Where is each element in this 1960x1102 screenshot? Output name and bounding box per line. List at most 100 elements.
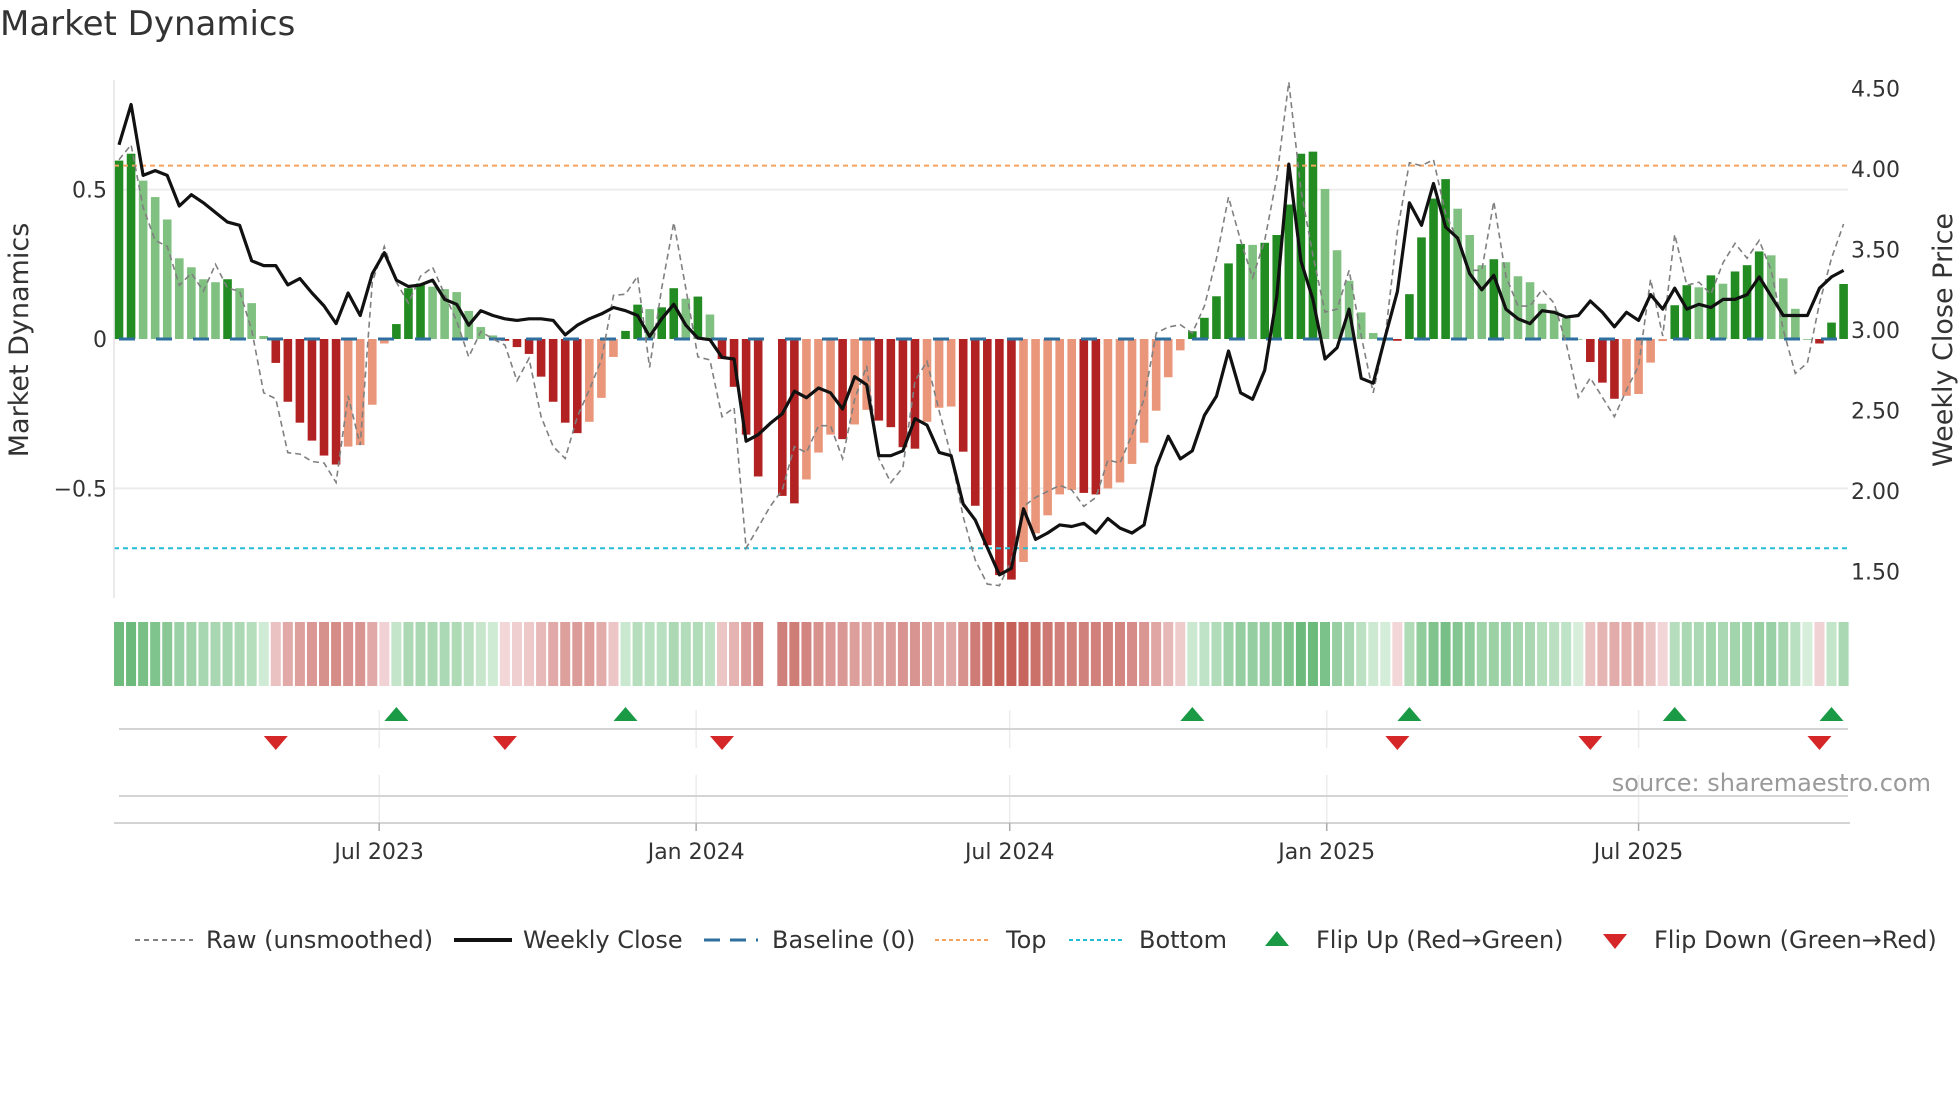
strip-cell [1464, 622, 1475, 686]
momentum-bar [524, 339, 534, 354]
flip-down-marker [492, 736, 517, 750]
strip-cell [849, 622, 860, 686]
strip-cell [1730, 622, 1741, 686]
strip-cell [692, 622, 703, 686]
momentum-bar [1417, 237, 1426, 340]
strip-cell [1271, 622, 1282, 686]
x-tick-label: Jul 2025 [1592, 840, 1684, 865]
x-tick-label: Jan 2025 [1276, 840, 1375, 865]
strip-cell [1151, 622, 1162, 686]
strip-cell [729, 622, 740, 686]
strip-cell [922, 622, 933, 686]
strip-cell [1585, 622, 1596, 686]
momentum-bar [1429, 198, 1438, 340]
flip-up-marker [384, 707, 409, 721]
momentum-bar [1067, 339, 1077, 490]
momentum-bar [1127, 339, 1137, 464]
momentum-bar [1368, 333, 1378, 340]
raw-dashed-line-icon [135, 939, 193, 941]
momentum-bar [874, 339, 884, 421]
strip-cell [1742, 622, 1753, 686]
x-tick-label: Jul 2024 [963, 840, 1055, 865]
y-tick-label-right: 4.00 [1851, 158, 1900, 183]
strip-cell [801, 622, 812, 686]
legend-flip-up-label: Flip Up (Red→Green) [1316, 926, 1564, 954]
strip-cell [982, 622, 993, 686]
y-tick-label-right: 1.50 [1851, 561, 1900, 586]
strip-cell [415, 622, 426, 686]
momentum-bar [1791, 308, 1800, 340]
strip-cell [1609, 622, 1620, 686]
strip-cell [1006, 622, 1017, 686]
strip-cell [837, 622, 848, 686]
strip-cell [1283, 622, 1294, 686]
series-lines [117, 81, 1845, 587]
strip-cell [282, 622, 293, 686]
strip-cell [1561, 622, 1572, 686]
baseline-dashed-line-icon [704, 938, 758, 942]
strip-cell [813, 622, 824, 686]
momentum-bar [126, 153, 136, 340]
momentum-bar [1091, 339, 1101, 495]
strip-cell [1633, 622, 1644, 686]
raw-unsmoothed-line [118, 81, 1845, 587]
triangle-up-icon [1265, 931, 1289, 946]
legend-baseline [704, 922, 758, 958]
momentum-bar [1031, 339, 1040, 534]
legend-top [935, 922, 991, 958]
strip-cell [1440, 622, 1451, 686]
strip-cell [632, 622, 643, 686]
momentum-bar [1320, 188, 1330, 340]
strip-cell [1452, 622, 1463, 686]
momentum-bar [138, 180, 148, 340]
momentum-bar [1151, 339, 1161, 411]
strip-cell [1621, 622, 1632, 686]
momentum-bar [1670, 305, 1680, 340]
bottom-dotted-line-icon [1069, 939, 1123, 941]
legend-close [454, 922, 512, 958]
gridlines [114, 188, 1848, 823]
momentum-bar [1622, 339, 1631, 396]
strip-cell [548, 622, 559, 686]
strip-cell [1573, 622, 1584, 686]
momentum-bar [548, 339, 558, 402]
legend-flip-up [1264, 922, 1290, 958]
momentum-bar [1477, 265, 1487, 340]
strip-cell [1476, 622, 1487, 686]
momentum-bar [1175, 339, 1185, 351]
momentum-bar [1043, 339, 1052, 516]
x-tick-label: Jan 2024 [646, 840, 745, 865]
strip-cell [1235, 622, 1246, 686]
legend-top-label: Top [1006, 926, 1047, 954]
strip-cell [1681, 622, 1692, 686]
strip-cell [560, 622, 571, 686]
legend-baseline-label: Baseline (0) [772, 926, 916, 954]
strip-cell [1404, 622, 1415, 686]
strip-cell [1669, 622, 1680, 686]
momentum-bar [1646, 339, 1655, 363]
momentum-bar [1163, 339, 1173, 378]
strip-cell [1778, 622, 1789, 686]
flip-markers [119, 707, 1848, 797]
flip-down-marker [1807, 736, 1832, 750]
flip-up-marker [613, 707, 638, 721]
strip-cell [1549, 622, 1560, 686]
strip-cell [1802, 622, 1813, 686]
momentum-bar [1730, 271, 1740, 340]
flip-down-marker [710, 736, 734, 750]
momentum-bar [1827, 322, 1836, 340]
strip-cell [331, 622, 342, 686]
strip-cell [138, 622, 149, 686]
strip-cell [1356, 622, 1367, 686]
strip-cell [1307, 622, 1318, 686]
strip-cell [379, 622, 390, 686]
momentum-bar [946, 339, 956, 407]
momentum-bar [162, 219, 172, 340]
flip-down-marker [1578, 736, 1603, 750]
strip-cell [873, 622, 884, 686]
strip-cell [222, 622, 233, 686]
strip-cell [1826, 622, 1837, 686]
momentum-bar [1537, 303, 1547, 340]
momentum-bar [1079, 339, 1089, 493]
strip-cell [1537, 622, 1548, 686]
